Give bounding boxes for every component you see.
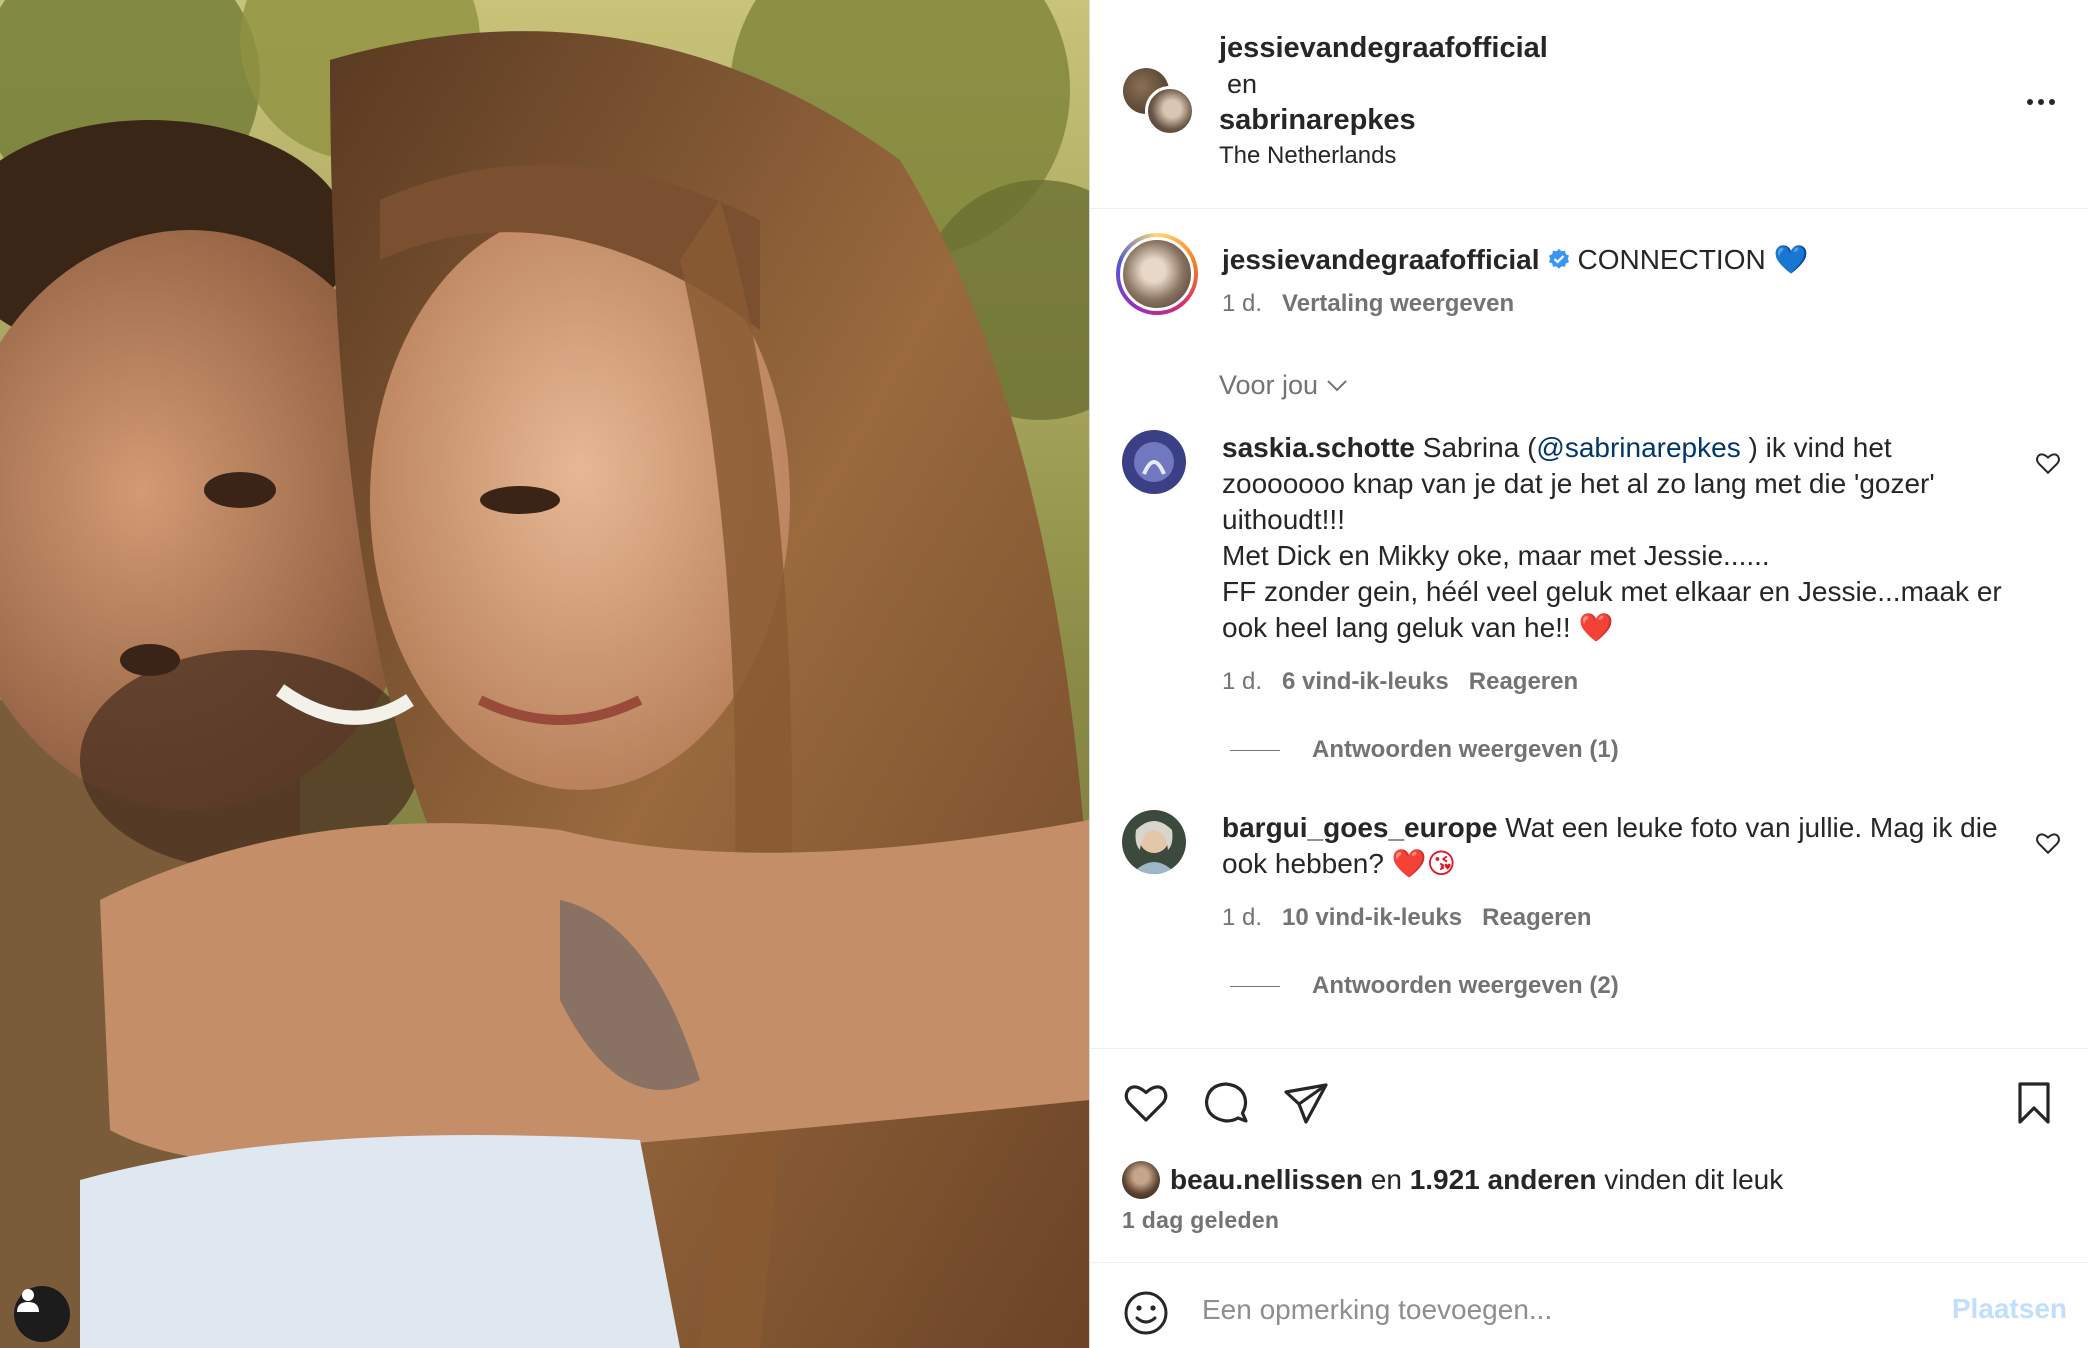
comment-emoji: ❤️😘 (1391, 848, 1456, 879)
likes-summary: beau.nellissen en 1.921 anderen vinden d… (1122, 1161, 1783, 1199)
photo-illustration (0, 0, 1089, 1348)
comment-like-icon[interactable] (2035, 830, 2061, 856)
comment-body: Met Dick en Mikky oke, maar met Jessie..… (1222, 540, 1770, 571)
comment-body: Sabrina ( (1422, 432, 1537, 463)
avatar[interactable] (1122, 1161, 1160, 1199)
paper-plane-icon[interactable] (1282, 1079, 1330, 1127)
comment-filter-label: Voor jou (1219, 370, 1319, 400)
translate-link[interactable]: Vertaling weergeven (1282, 290, 1514, 317)
view-replies-label: Antwoorden weergeven (1) (1312, 736, 1619, 763)
mention-link[interactable]: @sabrinarepkes (1536, 432, 1740, 463)
post-timestamp[interactable]: 1 dag geleden (1122, 1207, 1279, 1234)
comment-emoji: ❤️ (1578, 612, 1614, 643)
chevron-down-icon (1327, 379, 1347, 391)
caption-emoji: 💙 (1773, 244, 1809, 275)
comment-likes[interactable]: 6 vind-ik-leuks (1282, 668, 1449, 695)
heart-icon[interactable] (1122, 1079, 1170, 1127)
comment-meta: 1 d. 6 vind-ik-leuks Reageren (1222, 668, 1578, 696)
likes-conjunction: en (1370, 1164, 1402, 1195)
comment-filter-dropdown[interactable]: Voor jou (1219, 370, 1348, 401)
collab-authors: jessievandegraafofficial en sabrinarepke… (1219, 30, 1548, 174)
comment-username[interactable]: saskia.schotte (1222, 432, 1415, 463)
story-ring-avatar[interactable] (1116, 233, 1198, 315)
location-link[interactable]: The Netherlands (1219, 138, 1548, 174)
liker-username[interactable]: beau.nellissen (1170, 1164, 1363, 1195)
tagged-users-button[interactable] (14, 1286, 70, 1342)
comment-username[interactable]: bargui_goes_europe (1222, 812, 1497, 843)
smiley-icon[interactable] (1122, 1289, 1170, 1337)
likes-suffix: vinden dit leuk (1604, 1164, 1784, 1195)
author-link[interactable]: jessievandegraafofficial (1219, 30, 1548, 66)
post-header: jessievandegraafofficial en sabrinarepke… (1090, 0, 2088, 209)
verified-badge-icon (1549, 249, 1570, 269)
comment-text: saskia.schotte Sabrina (@sabrinarepkes )… (1222, 430, 2012, 646)
caption-meta: 1 d. Vertaling weergeven (1222, 290, 1514, 318)
instagram-post-view: jessievandegraafofficial en sabrinarepke… (0, 0, 2088, 1348)
reply-button[interactable]: Reageren (1469, 668, 1578, 695)
reply-button[interactable]: Reageren (1482, 904, 1591, 931)
more-options-icon[interactable] (2023, 90, 2059, 114)
caption-time[interactable]: 1 d. (1222, 290, 1262, 317)
user-tag-icon (17, 1289, 39, 1312)
author-conjunction: en (1227, 69, 1258, 99)
post-sidebar: jessievandegraafofficial en sabrinarepke… (1089, 0, 2088, 1348)
avatar (1120, 237, 1194, 311)
caption-text: jessievandegraafofficial CONNECTION 💙 (1222, 242, 1808, 278)
add-comment-bar: Plaatsen (1090, 1262, 2088, 1348)
collab-avatars[interactable] (1123, 68, 1195, 140)
avatar[interactable] (1122, 430, 1186, 494)
post-comment-button[interactable]: Plaatsen (1952, 1293, 2067, 1325)
caption-body: CONNECTION (1577, 244, 1766, 275)
post-photo[interactable] (0, 0, 1089, 1348)
bookmark-icon[interactable] (2010, 1079, 2058, 1127)
avatar (1145, 86, 1195, 136)
author-link[interactable]: sabrinarepkes (1219, 102, 1548, 138)
comment-time[interactable]: 1 d. (1222, 668, 1262, 695)
view-replies-label: Antwoorden weergeven (2) (1312, 972, 1619, 999)
avatar[interactable] (1122, 810, 1186, 874)
comment-time[interactable]: 1 d. (1222, 904, 1262, 931)
likes-count[interactable]: 1.921 anderen (1410, 1164, 1597, 1195)
view-replies-button[interactable]: Antwoorden weergeven (1) (1230, 736, 1619, 764)
action-bar: beau.nellissen en 1.921 anderen vinden d… (1090, 1048, 2088, 1268)
divider (1230, 749, 1280, 751)
view-replies-button[interactable]: Antwoorden weergeven (2) (1230, 972, 1619, 1000)
caption-username[interactable]: jessievandegraafofficial (1222, 244, 1539, 275)
comment-likes[interactable]: 10 vind-ik-leuks (1282, 904, 1462, 931)
comment-meta: 1 d. 10 vind-ik-leuks Reageren (1222, 904, 1592, 932)
comment-text: bargui_goes_europe Wat een leuke foto va… (1222, 810, 2012, 882)
comment-input[interactable] (1202, 1285, 1902, 1335)
comment-like-icon[interactable] (2035, 450, 2061, 476)
comment-bubble-icon[interactable] (1202, 1079, 1250, 1127)
divider (1230, 985, 1280, 987)
